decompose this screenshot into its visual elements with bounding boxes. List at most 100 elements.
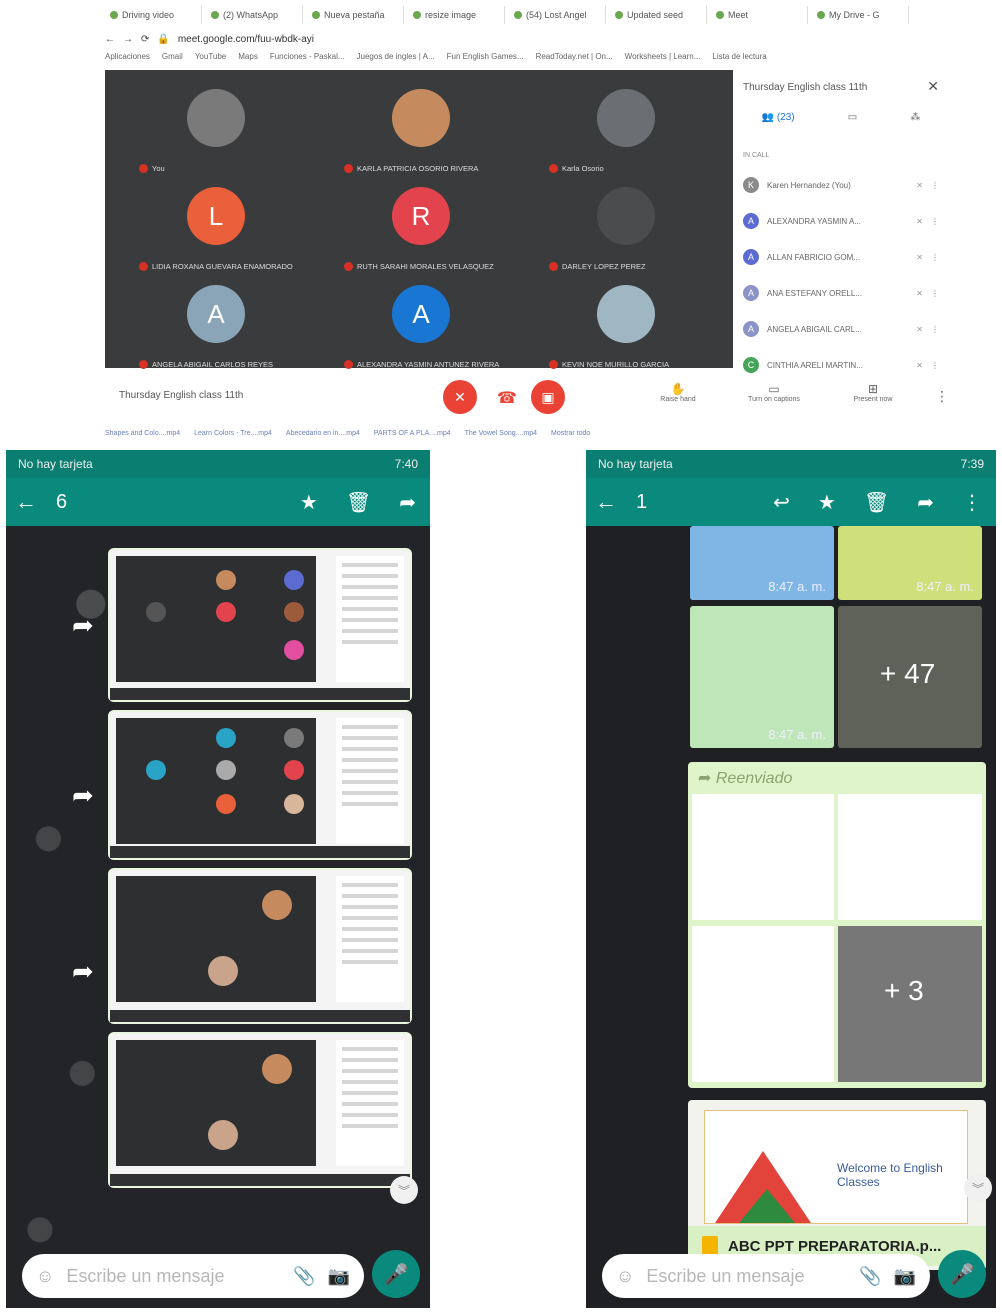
more-options-icon[interactable]: ⋮ [931, 181, 939, 190]
forward-icon[interactable]: ➦ [917, 490, 934, 515]
forward-message-icon[interactable]: ➦ [72, 956, 94, 987]
camera-icon[interactable]: 📷 [328, 1266, 350, 1287]
camera-icon[interactable]: 📷 [894, 1266, 916, 1287]
browser-tab[interactable]: resize image [408, 6, 505, 24]
browser-tab[interactable]: Updated seed [610, 6, 707, 24]
participant-tile[interactable]: DARLEY LOPEZ PEREZ [527, 182, 727, 274]
hangup-button[interactable]: ☎ [497, 388, 517, 408]
bookmark-item[interactable]: Aplicaciones [105, 52, 150, 68]
forward-icon[interactable]: → [123, 34, 133, 45]
screenshot-message[interactable] [110, 870, 410, 1022]
forwarded-documents-bubble[interactable]: ➦ Reenviado + 3 [688, 762, 986, 1088]
image-thumbnail[interactable]: 8:47 a. m. [690, 526, 834, 600]
message-composer[interactable]: ☺ Escribe un mensaje 📎 📷 [22, 1254, 364, 1298]
delete-icon[interactable]: 🗑 [864, 490, 889, 515]
attach-icon[interactable]: 📎 [293, 1266, 315, 1287]
download-item[interactable]: PARTS OF A PLA....mp4 [374, 430, 451, 446]
image-thumbnail-more[interactable]: + 47 [838, 606, 982, 748]
tab-people[interactable]: 👥 (23) [762, 112, 795, 123]
chat-icon[interactable]: ▭ [848, 112, 857, 123]
bookmark-item[interactable]: Gmail [162, 52, 183, 68]
reload-icon[interactable]: ⟳ [141, 34, 149, 45]
address-bar[interactable]: ← → ⟳ 🔒 meet.google.com/fuu-wbdk-ayi [105, 30, 955, 48]
bookmark-item[interactable]: Funciones - Paskal... [270, 52, 345, 68]
more-options-icon[interactable]: ⋮ [935, 388, 949, 405]
browser-tab[interactable]: My Drive - G [812, 6, 909, 24]
participant-tile[interactable]: You [117, 84, 317, 176]
message-composer[interactable]: ☺ Escribe un mensaje 📎 📷 [602, 1254, 930, 1298]
download-item[interactable]: Abecedario en in....mp4 [286, 430, 360, 446]
participant-tile[interactable]: A ALEXANDRA YASMIN ANTUNEZ RIVERA [322, 280, 522, 372]
scroll-down-icon[interactable]: ︾ [964, 1174, 992, 1202]
bookmark-item[interactable]: ReadToday.net | On... [536, 52, 613, 68]
screenshot-message[interactable] [110, 550, 410, 700]
close-icon[interactable]: ✕ [927, 78, 939, 95]
participant-row[interactable]: A ANGELA ABIGAIL CARL... ✕ ⋮ [743, 318, 939, 340]
browser-tab[interactable]: Driving video [105, 6, 202, 24]
back-icon[interactable]: ← [105, 34, 115, 45]
more-options-icon[interactable]: ⋮ [962, 490, 982, 515]
status-bar: No hay tarjeta 7:39 [586, 450, 996, 478]
participant-row[interactable]: A ALEXANDRA YASMIN A... ✕ ⋮ [743, 210, 939, 232]
bookmark-item[interactable]: Lista de lectura [712, 52, 766, 68]
reply-icon[interactable]: ↩ [773, 490, 790, 515]
document-message[interactable]: Welcome to English Classes ABC PPT PREPA… [688, 1100, 986, 1270]
present-button[interactable]: ⊞ Present now [845, 382, 901, 403]
bookmark-item[interactable]: Juegos de ingles | A... [357, 52, 435, 68]
captions-button[interactable]: ▭ Turn on captions [737, 382, 811, 403]
participant-row[interactable]: A ANA ESTEFANY ORELL... ✕ ⋮ [743, 282, 939, 304]
tab-favicon-icon [817, 11, 825, 19]
camera-off-button[interactable]: ▣ [531, 380, 565, 414]
participant-tile[interactable]: A ANGELA ABIGAIL CARLOS REYES [117, 280, 317, 372]
message-input[interactable]: Escribe un mensaje [646, 1266, 847, 1287]
voice-record-button[interactable]: 🎤 [938, 1250, 986, 1298]
bookmark-item[interactable]: YouTube [195, 52, 226, 68]
star-icon[interactable]: ★ [818, 490, 836, 515]
message-input[interactable]: Escribe un mensaje [66, 1266, 281, 1287]
back-arrow-icon[interactable]: ← [586, 489, 626, 515]
more-options-icon[interactable]: ⋮ [931, 325, 939, 334]
image-thumbnail[interactable]: 8:47 a. m. [838, 526, 982, 600]
url-text[interactable]: meet.google.com/fuu-wbdk-ayi [178, 34, 314, 45]
forward-icon[interactable]: ➦ [399, 490, 416, 515]
attach-icon[interactable]: 📎 [859, 1266, 881, 1287]
download-item[interactable]: Mostrar todo [551, 430, 590, 446]
screenshot-message[interactable] [110, 1034, 410, 1186]
image-thumbnail[interactable]: 8:47 a. m. [690, 606, 834, 748]
browser-tab[interactable]: Nueva pestaña [307, 6, 404, 24]
more-options-icon[interactable]: ⋮ [931, 289, 939, 298]
activities-icon[interactable]: ⁂ [910, 112, 920, 123]
bookmark-item[interactable]: Maps [238, 52, 258, 68]
participant-tile[interactable]: KARLA PATRICIA OSORIO RIVERA [322, 84, 522, 176]
bookmark-item[interactable]: Fun English Games... [447, 52, 524, 68]
raise-hand-button[interactable]: ✋ Raise hand [655, 382, 701, 403]
bookmark-item[interactable]: Worksheets | Learn... [625, 52, 701, 68]
meeting-title[interactable]: Thursday English class 11th [119, 390, 243, 401]
download-item[interactable]: Shapes and Colo....mp4 [105, 430, 180, 446]
back-arrow-icon[interactable]: ← [6, 489, 46, 515]
more-options-icon[interactable]: ⋮ [931, 361, 939, 370]
participant-tile[interactable]: R RUTH SARAHI MORALES VELASQUEZ [322, 182, 522, 274]
download-item[interactable]: Learn Colors - Tre....mp4 [194, 430, 272, 446]
delete-icon[interactable]: 🗑 [346, 490, 371, 515]
download-item[interactable]: The Vowel Song....mp4 [465, 430, 537, 446]
screenshot-message[interactable] [110, 712, 410, 858]
browser-tab[interactable]: (54) Lost Angel [509, 6, 606, 24]
more-options-icon[interactable]: ⋮ [931, 253, 939, 262]
emoji-icon[interactable]: ☺ [36, 1266, 54, 1287]
scroll-down-icon[interactable]: ︾ [390, 1176, 418, 1204]
forward-message-icon[interactable]: ➦ [72, 610, 94, 641]
browser-tab[interactable]: Meet [711, 6, 808, 24]
forward-message-icon[interactable]: ➦ [72, 780, 94, 811]
participant-tile[interactable]: L LIDIA ROXANA GUEVARA ENAMORADO [117, 182, 317, 274]
participant-tile[interactable]: Karla Osorio [527, 84, 727, 176]
participant-row[interactable]: K Karen Hernandez (You) ✕ ⋮ [743, 174, 939, 196]
voice-record-button[interactable]: 🎤 [372, 1250, 420, 1298]
mic-off-button[interactable]: ✕ [443, 380, 477, 414]
browser-tab[interactable]: (2) WhatsApp [206, 6, 303, 24]
more-options-icon[interactable]: ⋮ [931, 217, 939, 226]
emoji-icon[interactable]: ☺ [616, 1266, 634, 1287]
participant-row[interactable]: A ALLAN FABRICIO GOM... ✕ ⋮ [743, 246, 939, 268]
participant-tile[interactable]: KEVIN NOE MURILLO GARCIA [527, 280, 727, 372]
star-icon[interactable]: ★ [300, 490, 318, 515]
